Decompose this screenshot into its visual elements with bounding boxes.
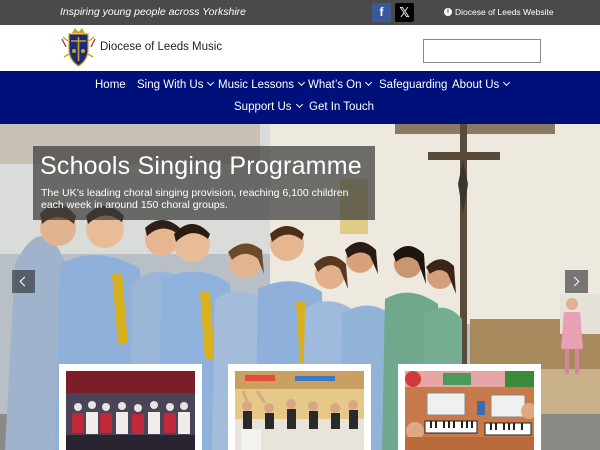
x-icon[interactable]: 𝕏 bbox=[395, 3, 414, 22]
main-nav: Home Sing With Us Music Lessons What’s O… bbox=[0, 71, 600, 124]
slider-next-button[interactable] bbox=[565, 270, 588, 293]
nav-item-whats-on[interactable]: What’s On bbox=[308, 78, 373, 91]
nav-item-support-us[interactable]: Support Us bbox=[234, 100, 303, 113]
chevron-down-icon bbox=[365, 78, 373, 87]
choir-photo bbox=[66, 371, 195, 450]
chevron-right-icon bbox=[569, 276, 580, 287]
nav-label: Home bbox=[95, 79, 126, 91]
nav-label: Safeguarding bbox=[379, 79, 448, 91]
feature-card-keyboards[interactable] bbox=[398, 364, 541, 450]
nav-item-about-us[interactable]: About Us bbox=[452, 78, 511, 91]
chevron-down-icon bbox=[295, 100, 303, 109]
site-title[interactable]: Diocese of Leeds Music bbox=[100, 41, 222, 53]
search-input[interactable] bbox=[423, 39, 541, 63]
chevron-down-icon bbox=[298, 78, 306, 87]
slider-prev-button[interactable] bbox=[12, 270, 35, 293]
nav-label: Get In Touch bbox=[309, 101, 374, 113]
chevron-down-icon bbox=[207, 78, 215, 87]
nav-item-home[interactable]: Home bbox=[95, 79, 126, 91]
chevron-down-icon bbox=[503, 78, 511, 87]
keyboard-lesson-photo bbox=[405, 371, 534, 450]
hero-subtitle: The UK’s leading choral singing provisio… bbox=[41, 187, 349, 211]
nav-label: Sing With Us bbox=[137, 79, 204, 91]
chevron-left-icon bbox=[19, 276, 30, 287]
nav-item-sing-with-us[interactable]: Sing With Us bbox=[137, 78, 215, 91]
nav-item-get-in-touch[interactable]: Get In Touch bbox=[309, 101, 374, 113]
top-bar: Inspiring young people across Yorkshire … bbox=[0, 0, 600, 25]
info-icon: i bbox=[444, 8, 452, 16]
hero-title: Schools Singing Programme bbox=[40, 152, 362, 180]
site-header: Diocese of Leeds Music bbox=[0, 25, 600, 71]
nav-label: Music Lessons bbox=[218, 79, 295, 91]
diocese-website-label: Diocese of Leeds Website bbox=[455, 7, 554, 17]
diocese-website-link[interactable]: i Diocese of Leeds Website bbox=[444, 7, 554, 17]
tagline: Inspiring young people across Yorkshire bbox=[60, 6, 247, 18]
facebook-icon[interactable]: f bbox=[372, 3, 391, 22]
feature-card-choir[interactable] bbox=[59, 364, 202, 450]
nav-label: About Us bbox=[452, 79, 500, 91]
nav-item-music-lessons[interactable]: Music Lessons bbox=[218, 78, 306, 91]
nav-label: What’s On bbox=[308, 79, 362, 91]
nav-item-safeguarding[interactable]: Safeguarding bbox=[379, 79, 447, 91]
nav-label: Support Us bbox=[234, 101, 292, 113]
classroom-photo bbox=[235, 371, 364, 450]
diocese-crest-logo[interactable] bbox=[60, 27, 97, 68]
feature-card-classroom[interactable] bbox=[228, 364, 371, 450]
